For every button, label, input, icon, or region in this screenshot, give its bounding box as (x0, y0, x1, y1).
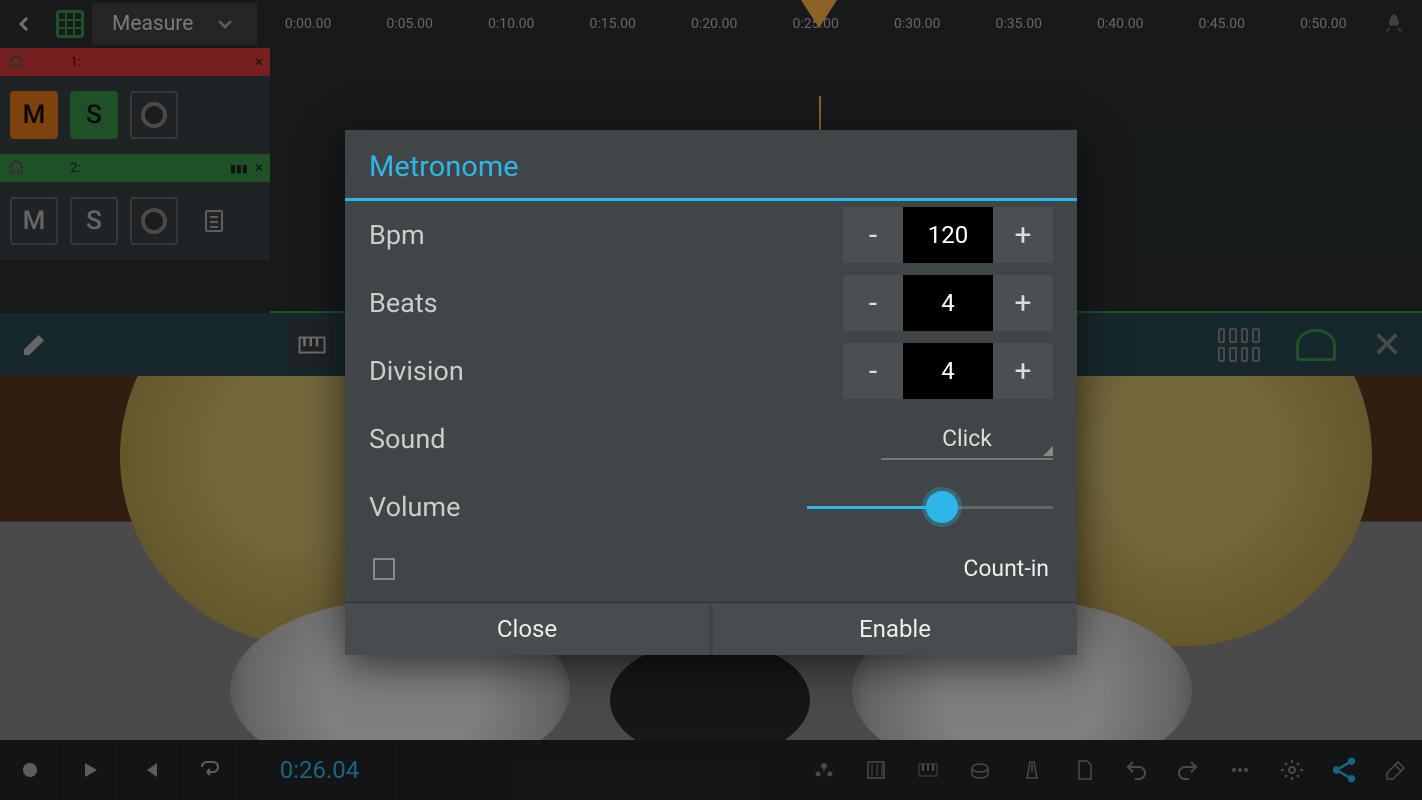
bpm-minus-button[interactable]: - (843, 207, 903, 263)
close-button[interactable]: Close (345, 603, 709, 655)
volume-label: Volume (369, 491, 460, 523)
division-value[interactable]: 4 (903, 343, 993, 399)
beats-value[interactable]: 4 (903, 275, 993, 331)
bpm-value[interactable]: 120 (903, 207, 993, 263)
bpm-plus-button[interactable]: + (993, 207, 1053, 263)
countin-checkbox[interactable] (373, 558, 395, 580)
bpm-label: Bpm (369, 219, 425, 251)
beats-label: Beats (369, 287, 438, 319)
division-stepper: - 4 + (843, 343, 1053, 399)
bpm-stepper: - 120 + (843, 207, 1053, 263)
sound-label: Sound (369, 423, 445, 455)
sound-select[interactable]: Click (881, 419, 1053, 460)
division-label: Division (369, 355, 464, 387)
division-minus-button[interactable]: - (843, 343, 903, 399)
volume-slider[interactable] (807, 495, 1053, 519)
dialog-title: Metronome (345, 130, 1077, 198)
beats-minus-button[interactable]: - (843, 275, 903, 331)
metronome-dialog: Metronome Bpm - 120 + Beats - 4 + Divisi… (345, 130, 1077, 655)
beats-stepper: - 4 + (843, 275, 1053, 331)
countin-label: Count-in (963, 555, 1049, 582)
division-plus-button[interactable]: + (993, 343, 1053, 399)
beats-plus-button[interactable]: + (993, 275, 1053, 331)
enable-button[interactable]: Enable (713, 603, 1077, 655)
